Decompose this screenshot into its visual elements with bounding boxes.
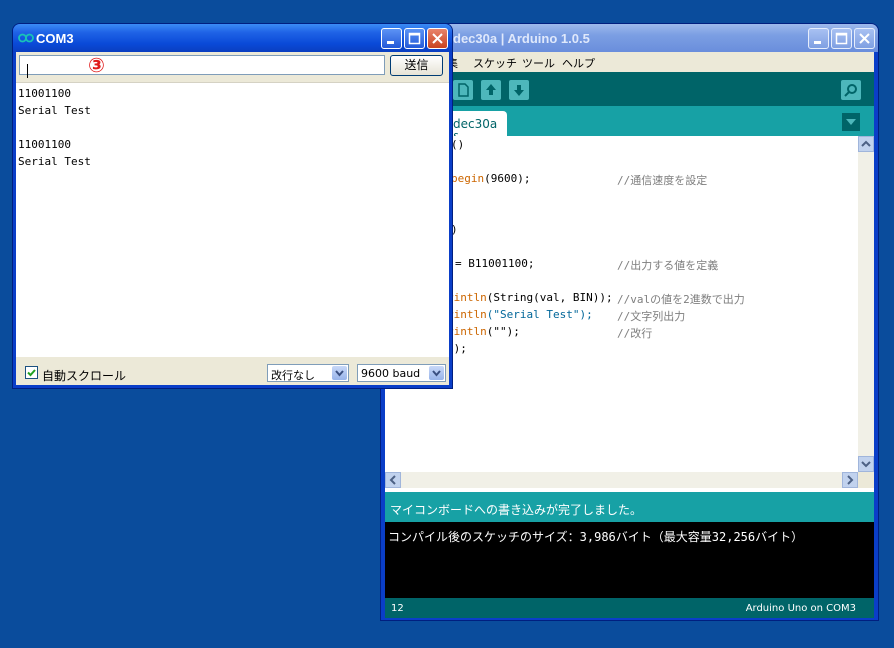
scrollbar-corner xyxy=(858,472,874,488)
output-line: 11001100 xyxy=(18,138,71,151)
menu-help[interactable]: ヘルプ xyxy=(562,55,595,71)
console-output: コンパイル後のスケッチのサイズ：3,986バイト（最大容量32,256バイト） xyxy=(385,522,874,598)
baud-rate-value: 9600 baud xyxy=(361,367,421,380)
autoscroll-checkbox[interactable] xyxy=(25,366,38,379)
code-line: rintln(""); xyxy=(447,325,520,338)
magnifier-icon xyxy=(844,84,857,97)
send-button[interactable]: 送信 xyxy=(390,55,443,76)
triangle-down-icon xyxy=(846,119,856,125)
line-ending-select[interactable]: 改行なし xyxy=(267,364,349,382)
code-line: rintln("Serial Test"); xyxy=(447,308,593,321)
code-line: begin(9600); xyxy=(451,172,530,185)
new-sketch-button[interactable] xyxy=(453,80,473,100)
serial-monitor-button[interactable] xyxy=(841,80,861,100)
ide-menu-bar: 集 スケッチ ツール ヘルプ xyxy=(385,52,874,72)
save-sketch-button[interactable] xyxy=(509,80,529,100)
arrow-up-icon xyxy=(486,84,496,95)
code-text: = B11001100; xyxy=(455,257,535,270)
dropdown-button[interactable] xyxy=(429,366,444,380)
chevron-up-icon xyxy=(861,140,871,147)
ide-close-button[interactable] xyxy=(854,28,875,49)
board-info: Arduino Uno on COM3 xyxy=(745,603,856,614)
output-line: Serial Test xyxy=(18,155,91,168)
menu-sketch[interactable]: スケッチ xyxy=(473,55,517,71)
maximize-icon xyxy=(835,32,848,45)
code-keyword: begin xyxy=(451,172,485,185)
maximize-icon xyxy=(408,32,421,45)
minimize-icon xyxy=(814,41,821,44)
com-minimize-button[interactable] xyxy=(381,28,402,49)
chevron-down-icon xyxy=(432,370,441,377)
send-input[interactable]: ③ xyxy=(19,53,385,78)
ide-tab-bar: dec30a § xyxy=(385,106,874,145)
text-caret xyxy=(27,64,28,78)
serial-monitor-body: ③ 送信 11001100 Serial Test 11001100 Seria… xyxy=(16,52,449,385)
minimize-icon xyxy=(387,41,394,44)
scroll-right-button[interactable] xyxy=(842,472,858,488)
code-comment: //valの値を2進数で出力 xyxy=(617,293,745,306)
code-comment: //出力する値を定義 xyxy=(617,259,719,272)
output-line: 11001100 xyxy=(18,87,71,100)
upload-status-text: マイコンボードへの書き込みが完了しました。 xyxy=(390,503,643,517)
tab-menu-button[interactable] xyxy=(842,113,860,131)
chevron-left-icon xyxy=(389,475,396,485)
code-text: (""); xyxy=(486,325,520,338)
ide-toolbar xyxy=(385,72,874,106)
ide-footer: 12 Arduino Uno on COM3 xyxy=(385,598,874,618)
com-title-bar[interactable]: COM3 xyxy=(13,24,452,52)
code-comment: //通信速度を設定 xyxy=(617,174,708,187)
scroll-up-button[interactable] xyxy=(858,136,874,152)
annotation-marker: ③ xyxy=(88,53,105,77)
close-icon xyxy=(859,33,870,44)
scroll-left-button[interactable] xyxy=(385,472,401,488)
ide-title-bar[interactable]: dec30a | Arduino 1.0.5 xyxy=(381,24,878,52)
code-editor[interactable]: () begin(9600); //通信速度を設定 ) = B11001100;… xyxy=(385,136,858,472)
arrow-down-icon xyxy=(514,85,524,96)
editor-horizontal-scrollbar[interactable] xyxy=(385,472,858,488)
ide-maximize-button[interactable] xyxy=(831,28,852,49)
console-text: コンパイル後のスケッチのサイズ：3,986バイト（最大容量32,256バイト） xyxy=(388,530,804,544)
code-text: (9600); xyxy=(484,172,531,185)
chevron-down-icon xyxy=(335,370,344,377)
checkmark-icon xyxy=(27,369,36,377)
open-sketch-button[interactable] xyxy=(481,80,501,100)
code-comment: //文字列出力 xyxy=(617,310,686,323)
dropdown-button[interactable] xyxy=(332,366,347,380)
upload-status-bar: マイコンボードへの書き込みが完了しました。 xyxy=(385,492,874,522)
new-file-icon xyxy=(458,83,469,97)
code-string: ("Serial Test"); xyxy=(486,308,593,321)
close-icon xyxy=(432,33,443,44)
serial-options-bar: 自動スクロール 改行なし 9600 baud xyxy=(16,358,449,387)
autoscroll-label: 自動スクロール xyxy=(42,369,127,383)
output-line: Serial Test xyxy=(18,104,91,117)
ide-window-title: dec30a | Arduino 1.0.5 xyxy=(453,31,590,46)
menu-tools[interactable]: ツール xyxy=(522,55,555,71)
scroll-down-button[interactable] xyxy=(858,456,874,472)
chevron-down-icon xyxy=(861,461,871,468)
arduino-logo-icon xyxy=(18,33,34,43)
editor-vertical-scrollbar[interactable] xyxy=(858,136,874,472)
com-window-title: COM3 xyxy=(36,31,74,46)
arduino-ide-window: dec30a | Arduino 1.0.5 集 スケッチ ツール ヘルプ xyxy=(380,23,879,621)
code-text: (String(val, BIN)); xyxy=(486,291,613,304)
chevron-right-icon xyxy=(847,475,854,485)
com-maximize-button[interactable] xyxy=(404,28,425,49)
code-comment: //改行 xyxy=(617,327,653,340)
baud-rate-select[interactable]: 9600 baud xyxy=(357,364,446,382)
line-number: 12 xyxy=(391,603,404,614)
serial-output[interactable]: 11001100 Serial Test 11001100 Serial Tes… xyxy=(16,82,449,357)
ide-minimize-button[interactable] xyxy=(808,28,829,49)
com-close-button[interactable] xyxy=(427,28,448,49)
line-ending-value: 改行なし xyxy=(271,369,315,382)
code-line: = B11001100; xyxy=(455,257,534,270)
serial-monitor-window: COM3 ③ 送信 11001100 Serial Test 11001100 … xyxy=(12,23,453,389)
code-line: rintln(String(val, BIN)); xyxy=(447,291,613,304)
